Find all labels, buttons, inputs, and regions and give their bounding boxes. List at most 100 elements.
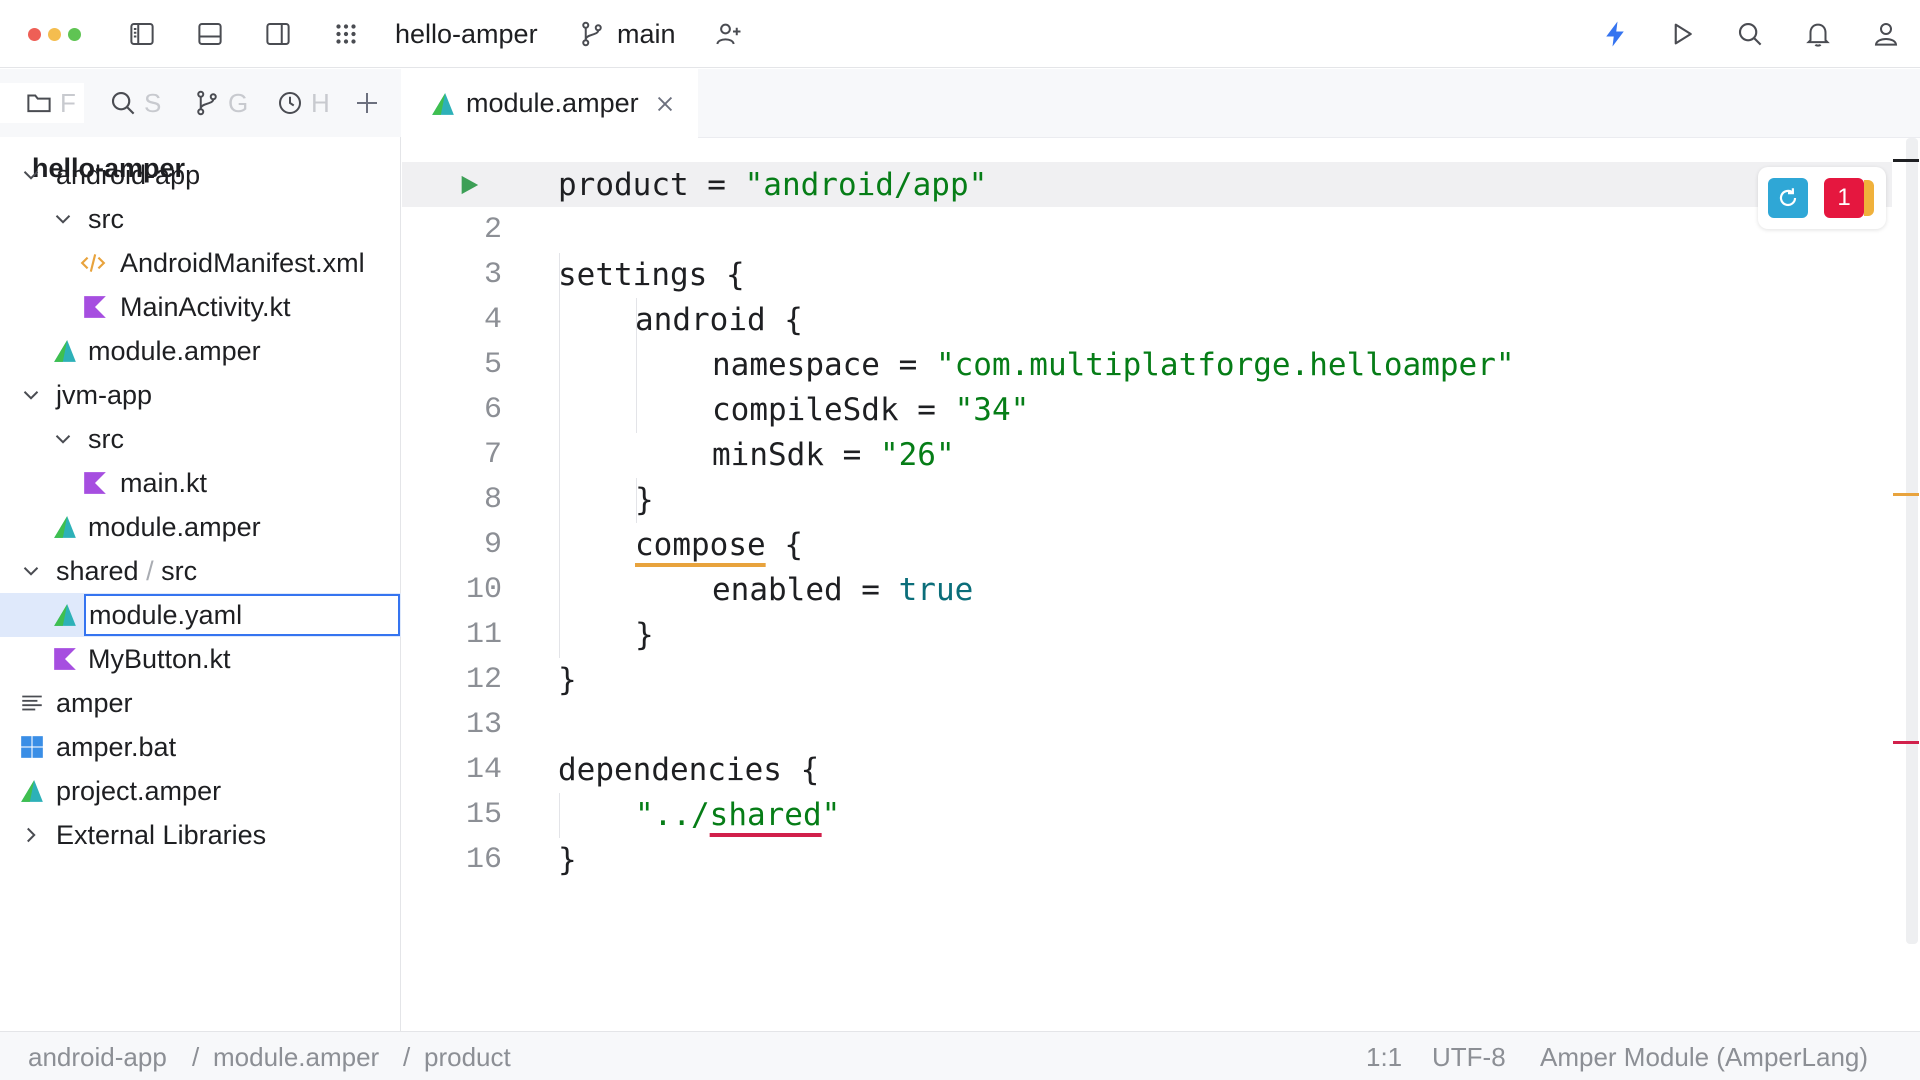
chevron-right-icon[interactable]	[18, 822, 44, 848]
editor-tab-module-amper[interactable]: module.amper	[402, 69, 698, 138]
tree-item-mybutton[interactable]: MyButton.kt	[0, 637, 401, 681]
git-icon	[197, 90, 217, 116]
close-icon[interactable]	[654, 93, 676, 115]
code-warning-token[interactable]: compose	[635, 527, 766, 563]
line-number: 7	[483, 438, 502, 472]
breadcrumb-module-amper[interactable]: module.amper	[213, 1042, 379, 1073]
kotlin-file-icon	[84, 472, 106, 494]
code-line-15: "../shared"	[635, 793, 840, 838]
project-name-button[interactable]: hello-amper	[395, 18, 538, 50]
code-key: namespace =	[712, 347, 936, 383]
scroll-error-marker[interactable]	[1893, 741, 1919, 744]
reload-icon	[1779, 188, 1797, 207]
text-file-icon	[22, 695, 42, 711]
status-bar: android-app / module.amper / product 1:1…	[0, 1031, 1920, 1080]
editor-tab-title: module.amper	[466, 88, 639, 118]
user-icon[interactable]	[1866, 14, 1906, 54]
bottom-panel-icon[interactable]	[190, 14, 230, 54]
tree-item-label: module.amper	[88, 336, 261, 366]
code-error-token[interactable]: shared	[710, 797, 822, 833]
scroll-warning-marker[interactable]	[1893, 493, 1919, 496]
tree-item-external-libraries[interactable]: External Libraries	[0, 813, 401, 857]
code-line-1: product = "android/app"	[558, 163, 987, 208]
maximize-window-button[interactable]	[68, 28, 81, 41]
tree-item-src[interactable]: src	[0, 197, 401, 241]
code-key: product =	[558, 167, 745, 203]
tab-files[interactable]: F	[0, 83, 84, 123]
chevron-down-icon[interactable]	[18, 382, 44, 408]
tree-item-jvm-app[interactable]: jvm-app	[0, 373, 401, 417]
error-count-badge[interactable]: 1	[1824, 178, 1864, 218]
kotlin-file-icon	[84, 296, 106, 318]
file-type[interactable]: Amper Module (AmperLang)	[1540, 1042, 1868, 1073]
tree-item-src[interactable]: src	[0, 417, 401, 461]
tree-item-label: AndroidManifest.xml	[120, 248, 365, 278]
code-line-6: compileSdk = "34"	[712, 388, 1029, 433]
run-icon[interactable]	[1662, 14, 1702, 54]
tab-git[interactable]: G	[192, 83, 248, 123]
tree-item-amper[interactable]: amper	[0, 681, 401, 725]
tree-item-module-amper[interactable]: module.amper	[0, 505, 401, 549]
chevron-down-icon[interactable]	[50, 426, 76, 452]
reload-button[interactable]	[1768, 178, 1808, 218]
breadcrumb-android-app[interactable]: android-app	[28, 1042, 167, 1073]
tree-item-main-kt[interactable]: main.kt	[0, 461, 401, 505]
code-line-12: }	[558, 662, 577, 698]
tool-window-tabs: F S G H	[0, 69, 401, 137]
tree-item-android-app[interactable]: android-app	[0, 153, 401, 197]
tree-item-mainactivity[interactable]: MainActivity.kt	[0, 285, 401, 329]
breadcrumb-product[interactable]: product	[424, 1042, 511, 1073]
left-panel-icon[interactable]	[122, 14, 162, 54]
caret-position[interactable]: 1:1	[1366, 1042, 1402, 1073]
code-line-14: dependencies {	[558, 752, 820, 788]
tree-item-module-amper[interactable]: module.amper	[0, 329, 401, 373]
tree-item-module-yaml-renaming[interactable]	[0, 593, 401, 637]
chevron-down-icon[interactable]	[18, 162, 44, 188]
tree-item-androidmanifest[interactable]: AndroidManifest.xml	[0, 241, 401, 285]
main-toolbar: hello-amper main	[0, 0, 1920, 68]
close-window-button[interactable]	[28, 28, 41, 41]
minimize-window-button[interactable]	[48, 28, 61, 41]
line-number: 15	[465, 798, 502, 832]
amper-file-icon	[432, 93, 454, 115]
bell-icon[interactable]	[1798, 14, 1838, 54]
lightning-icon[interactable]	[1595, 14, 1635, 54]
tree-item-shared-src[interactable]: shared / src	[0, 549, 401, 593]
rename-input[interactable]	[84, 594, 400, 636]
code-string: "34"	[954, 392, 1030, 428]
tab-history[interactable]: H	[275, 83, 329, 123]
tab-search[interactable]: S	[108, 83, 166, 123]
tree-item-project-amper[interactable]: project.amper	[0, 769, 401, 813]
tree-item-label-head: shared	[56, 556, 139, 586]
app-grid-icon[interactable]	[326, 14, 366, 54]
amper-file-icon	[54, 340, 76, 362]
line-number: 11	[465, 618, 502, 652]
code-line-3: settings {	[558, 257, 745, 293]
branch-button[interactable]: main	[617, 18, 676, 50]
branch-icon	[572, 14, 612, 54]
tab-files-label: F	[60, 87, 76, 118]
add-user-icon[interactable]	[708, 14, 748, 54]
code-line-8: }	[635, 482, 654, 518]
search-icon[interactable]	[1730, 14, 1770, 54]
tab-history-label: H	[311, 87, 329, 118]
code-string: "android/app"	[744, 167, 988, 203]
add-tab-button[interactable]	[352, 83, 386, 123]
tree-item-label: shared / src	[56, 555, 197, 587]
line-number: 10	[465, 573, 502, 607]
code-line-5: namespace = "com.multiplatforge.helloamp…	[712, 343, 1515, 388]
tree-item-label: src	[88, 204, 124, 234]
tree-item-label: MainActivity.kt	[120, 292, 291, 322]
chevron-down-icon[interactable]	[18, 558, 44, 584]
tree-item-amper-bat[interactable]: amper.bat	[0, 725, 401, 769]
code-string: "com.multiplatforge.helloamper"	[935, 347, 1515, 383]
line-number: 3	[483, 258, 502, 292]
run-gutter-icon[interactable]	[458, 174, 480, 196]
chevron-down-icon[interactable]	[50, 206, 76, 232]
code-string: "../	[635, 797, 710, 833]
right-panel-icon[interactable]	[258, 14, 298, 54]
code-editor[interactable]: 2 3 4 5 6 7 8 9 10 11 12 13 14 15 16 pro…	[402, 138, 1920, 1031]
warning-count-badge[interactable]	[1864, 180, 1874, 216]
editor-scrollbar[interactable]	[1906, 138, 1918, 944]
file-encoding[interactable]: UTF-8	[1432, 1042, 1506, 1073]
